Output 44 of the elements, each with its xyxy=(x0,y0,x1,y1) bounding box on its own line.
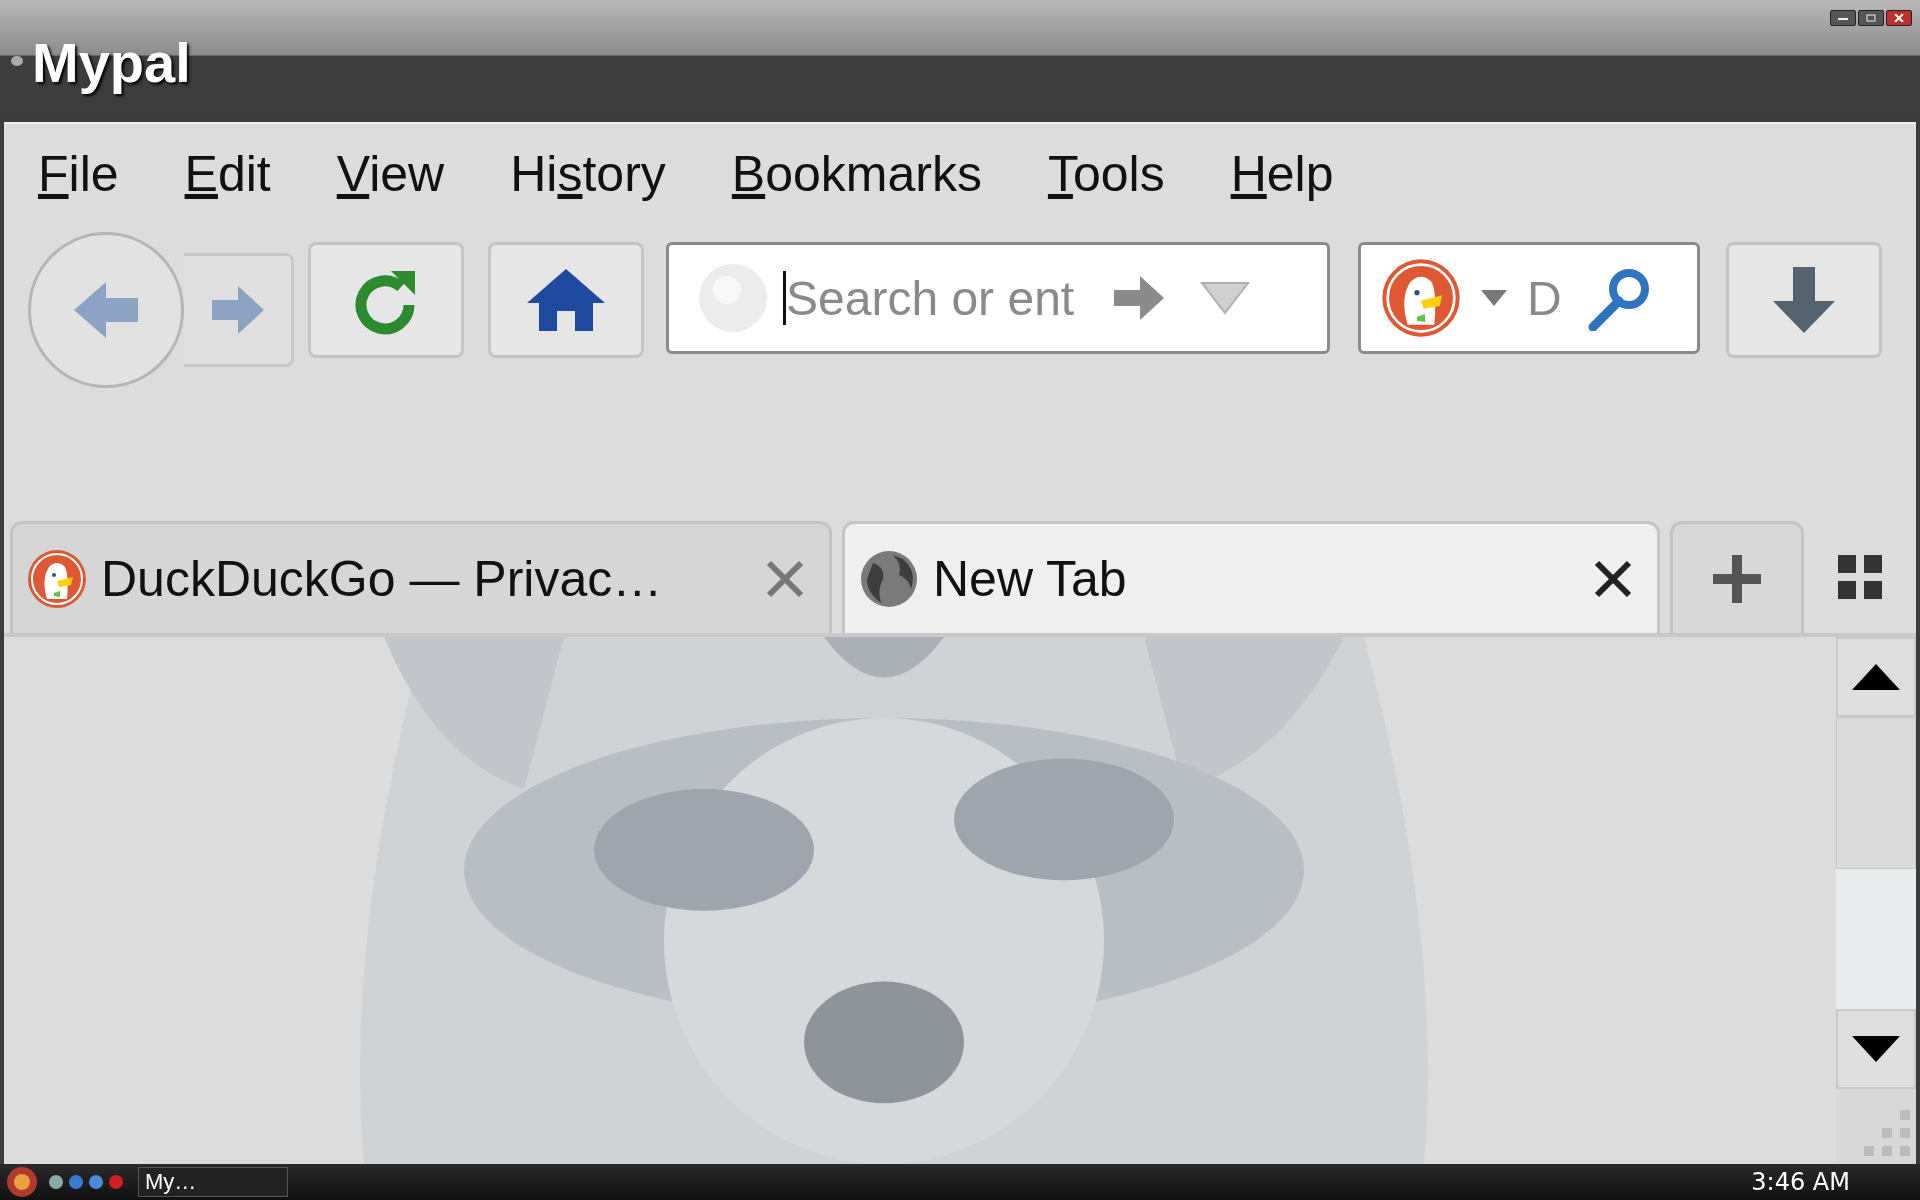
scroll-up-button[interactable] xyxy=(1836,637,1916,717)
tab-title: DuckDuckGo — Privac… xyxy=(101,549,664,608)
home-icon xyxy=(525,267,607,333)
menu-item[interactable]: View xyxy=(336,145,445,203)
close-icon xyxy=(1894,14,1904,22)
search-input[interactable]: D xyxy=(1527,270,1567,326)
url-bar[interactable]: Search or ent xyxy=(666,242,1330,354)
window-title: Mypal xyxy=(32,29,191,95)
menu-item[interactable]: Tools xyxy=(1047,145,1165,203)
minimize-button[interactable] xyxy=(1830,10,1856,26)
scrollbar[interactable] xyxy=(1836,637,1916,1164)
start-orb-icon[interactable] xyxy=(6,1166,38,1198)
tab-title: New Tab xyxy=(933,549,1128,608)
menu-item[interactable]: Edit xyxy=(184,145,271,203)
maximize-icon xyxy=(1866,14,1876,22)
menu-item[interactable]: History xyxy=(510,145,666,203)
up-triangle-icon xyxy=(1852,664,1900,690)
grid-icon[interactable] xyxy=(1838,555,1882,599)
tab[interactable]: New Tab xyxy=(842,521,1660,633)
minimize-icon xyxy=(1838,16,1848,20)
close-icon[interactable] xyxy=(1593,558,1633,599)
duck-icon xyxy=(27,548,87,609)
new-tab-button[interactable] xyxy=(1670,521,1804,633)
globe-icon xyxy=(859,548,919,609)
menu-item[interactable]: Help xyxy=(1230,145,1334,203)
menu-item[interactable]: File xyxy=(38,145,119,203)
search-bar[interactable]: D xyxy=(1358,242,1700,354)
clock: 3:46 AM xyxy=(1751,1168,1850,1196)
go-arrow-icon[interactable] xyxy=(1112,274,1166,322)
duck-icon xyxy=(1381,258,1461,338)
reload-button[interactable] xyxy=(308,242,464,358)
menu-item[interactable]: Bookmarks xyxy=(731,145,982,203)
downloads-button[interactable] xyxy=(1726,242,1882,358)
caret-icon[interactable] xyxy=(1481,290,1507,306)
url-input[interactable]: Search or ent xyxy=(786,270,1098,326)
close-button[interactable] xyxy=(1886,10,1912,26)
scroll-down-button[interactable] xyxy=(1836,1009,1916,1089)
app-icon xyxy=(10,55,24,67)
taskbar-button[interactable]: My… xyxy=(138,1167,288,1197)
maximize-button[interactable] xyxy=(1858,10,1884,26)
home-button[interactable] xyxy=(488,242,644,358)
tab[interactable]: DuckDuckGo — Privac… xyxy=(10,521,832,633)
down-triangle-icon xyxy=(1852,1036,1900,1062)
scroll-thumb[interactable] xyxy=(1836,869,1916,1009)
